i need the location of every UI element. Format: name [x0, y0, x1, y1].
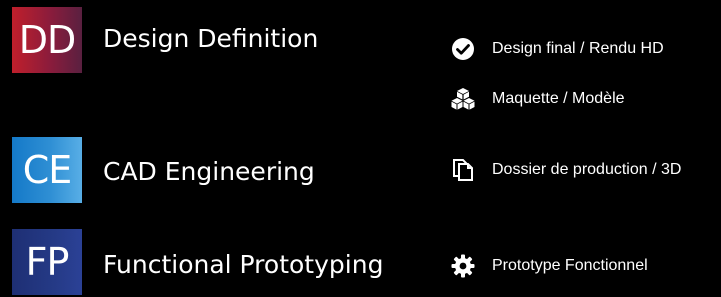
deliverable-item-dossier-production: Dossier de production / 3D: [450, 157, 681, 183]
cad-engineering-title: CAD Engineering: [103, 157, 315, 186]
deliverable-label: Design final / Rendu HD: [492, 40, 664, 57]
copy-documents-icon: [450, 157, 476, 183]
deliverable-item-design-final: Design final / Rendu HD: [450, 36, 664, 62]
cad-engineering-abbr: CE: [22, 148, 73, 192]
deliverable-label: Prototype Fonctionnel: [492, 257, 648, 274]
cubes-icon: [450, 86, 476, 112]
design-definition-title: Design Definition: [103, 24, 319, 53]
functional-prototyping-badge: FP: [12, 229, 82, 295]
cad-engineering-badge: CE: [12, 137, 82, 203]
deliverable-label: Maquette / Modèle: [492, 90, 625, 107]
gear-icon: [450, 253, 476, 279]
design-definition-badge: DD: [12, 7, 82, 73]
check-circle-icon: [450, 36, 476, 62]
functional-prototyping-title: Functional Prototyping: [103, 250, 384, 279]
functional-prototyping-abbr: FP: [25, 240, 70, 284]
deliverable-item-maquette: Maquette / Modèle: [450, 86, 625, 112]
services-overview: DD Design Definition CE CAD Engineering …: [0, 0, 721, 297]
design-definition-abbr: DD: [18, 18, 77, 62]
deliverable-label: Dossier de production / 3D: [492, 161, 682, 178]
deliverable-item-prototype: Prototype Fonctionnel: [450, 253, 648, 279]
